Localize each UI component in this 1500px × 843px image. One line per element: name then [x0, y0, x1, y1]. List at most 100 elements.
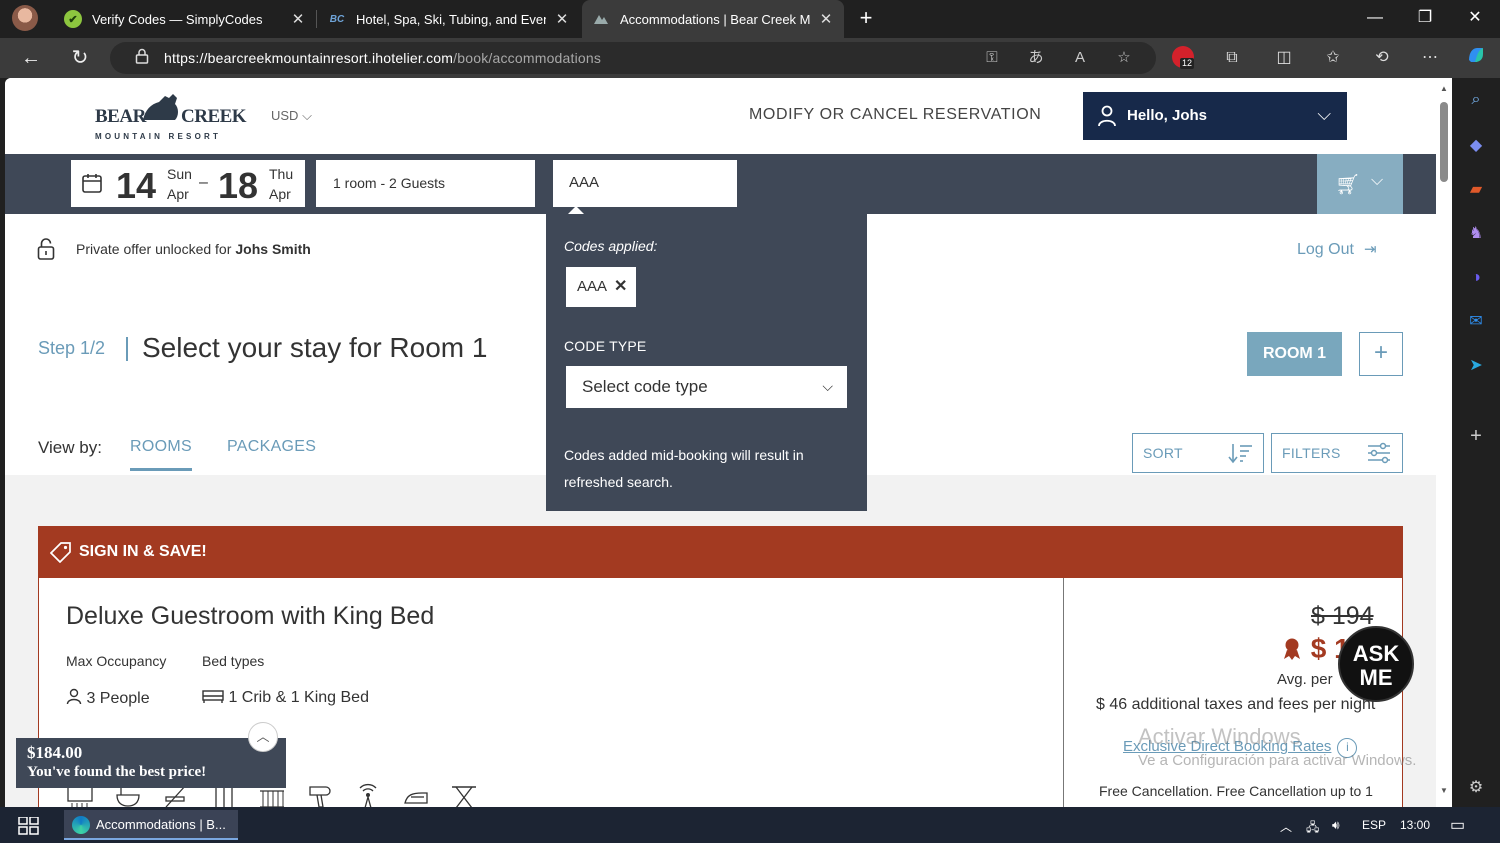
- ask-line-1: ASK: [1352, 641, 1400, 666]
- url-host: https://bearcreekmountainresort.ihotelie…: [164, 50, 454, 66]
- bed-icon: [202, 690, 224, 703]
- split-screen-icon[interactable]: ◫: [1270, 44, 1298, 72]
- room-1-button[interactable]: ROOM 1: [1247, 332, 1342, 376]
- new-tab-button[interactable]: +: [852, 4, 880, 32]
- reload-icon[interactable]: ↻: [66, 44, 94, 72]
- applied-code-chip: AAA ✕: [566, 267, 636, 307]
- favorites-icon[interactable]: ✩: [1319, 44, 1347, 72]
- notifications-icon[interactable]: ▭: [1450, 815, 1465, 835]
- send-icon[interactable]: ➤: [1464, 354, 1488, 378]
- extensions-icon[interactable]: ⧉: [1218, 44, 1246, 72]
- award-ribbon-icon: [1284, 638, 1300, 660]
- add-sidebar-icon[interactable]: +: [1464, 424, 1488, 448]
- person-icon: [66, 688, 82, 705]
- user-menu-button[interactable]: Hello, Johs ⌵: [1083, 92, 1347, 140]
- chevron-down-icon: ⌵: [1371, 172, 1384, 189]
- tag-icon: [50, 542, 71, 563]
- search-icon[interactable]: ⌕: [1464, 88, 1488, 112]
- outlook-icon[interactable]: ✉: [1464, 310, 1488, 334]
- scrollbar-thumb[interactable]: [1440, 102, 1448, 182]
- tab-packages[interactable]: PACKAGES: [227, 438, 316, 456]
- games-icon[interactable]: ♞: [1464, 222, 1488, 246]
- close-tab-icon[interactable]: ✕: [818, 10, 834, 28]
- lock-icon[interactable]: [132, 48, 152, 68]
- windows-activation-hint: Ve a Configuración para activar Windows.: [1138, 752, 1417, 769]
- settings-gear-icon[interactable]: ⚙: [1464, 776, 1488, 800]
- sort-button[interactable]: SORT: [1132, 433, 1264, 473]
- chevron-up-icon[interactable]: ︿: [248, 722, 278, 752]
- m365-icon[interactable]: ◑: [1464, 266, 1488, 290]
- key-icon[interactable]: ⚿: [980, 46, 1004, 70]
- free-cancellation-note: Free Cancellation. Free Cancellation up …: [1099, 783, 1373, 799]
- back-arrow-icon[interactable]: ←: [17, 44, 45, 72]
- edge-sidebar: ⌕ ◆ ▰ ♞ ◑ ✉ ➤ + ⚙: [1452, 78, 1500, 807]
- cart-icon: 🛒︎: [1335, 174, 1361, 196]
- toast-price: $184.00: [27, 743, 83, 762]
- date-dash: –: [199, 174, 208, 191]
- scroll-up-arrow-icon[interactable]: ▲: [1439, 84, 1449, 93]
- room-name[interactable]: Deluxe Guestroom with King Bed: [66, 602, 434, 631]
- tools-briefcase-icon[interactable]: ▰: [1464, 178, 1488, 202]
- offer-guest-name: Johs Smith: [235, 241, 311, 257]
- bear-creek-logo[interactable]: BEAR CREEK MOUNTAIN RESORT: [93, 88, 247, 144]
- url-text: https://bearcreekmountainresort.ihotelie…: [164, 50, 601, 66]
- tab-separator: [316, 10, 317, 28]
- codes-applied-label: Codes applied:: [564, 238, 658, 254]
- hairdryer-icon: [309, 786, 331, 807]
- bearcreek-icon: BC: [329, 13, 345, 25]
- bearcreek-icon: [592, 10, 610, 28]
- ask-me-chat-button[interactable]: ASK ME: [1338, 626, 1414, 702]
- tab-rooms[interactable]: ROOMS: [130, 438, 192, 471]
- restore-button[interactable]: ❐: [1400, 0, 1450, 36]
- best-price-toast: ︿ $184.00 You've found the best price!: [16, 722, 286, 788]
- occupancy-value: 3 People: [66, 688, 150, 708]
- tray-chevron-up-icon[interactable]: ︿: [1280, 818, 1292, 835]
- wifi-icon: [359, 783, 377, 807]
- filters-label: FILTERS: [1282, 445, 1341, 461]
- promo-code-field[interactable]: AAA: [553, 160, 737, 207]
- close-tab-icon[interactable]: ✕: [554, 10, 570, 28]
- volume-icon[interactable]: 🔊︎: [1332, 818, 1340, 833]
- extension-badge-icon[interactable]: 12: [1172, 46, 1195, 69]
- add-room-button[interactable]: +: [1359, 332, 1403, 376]
- taskbar-edge-app[interactable]: Accommodations | B...: [64, 810, 238, 840]
- network-icon[interactable]: 🖧︎: [1306, 818, 1319, 839]
- sign-in-save-banner[interactable]: SIGN IN & SAVE!: [38, 526, 1403, 578]
- logout-link[interactable]: Log Out ⇥: [1297, 240, 1377, 259]
- guests-selector[interactable]: 1 room - 2 Guests: [316, 160, 535, 207]
- minimize-button[interactable]: —: [1350, 0, 1400, 36]
- profile-avatar[interactable]: [12, 5, 38, 31]
- copilot-icon[interactable]: [1462, 44, 1490, 72]
- start-grid-icon[interactable]: [18, 817, 40, 835]
- windows-activation-watermark: Activar Windows: [1138, 724, 1301, 749]
- cart-button[interactable]: 🛒︎ ⌵: [1317, 154, 1403, 214]
- tab-title: Accommodations | Bear Creek M: [620, 11, 810, 27]
- shopping-tag-icon[interactable]: ◆: [1464, 134, 1488, 158]
- clock[interactable]: 13:00: [1400, 818, 1430, 832]
- currency-selector[interactable]: USD ⌵: [271, 108, 312, 124]
- close-tab-icon[interactable]: ✕: [290, 10, 306, 28]
- browser-tab-accommodations[interactable]: Accommodations | Bear Creek M ✕: [582, 0, 844, 38]
- mid-booking-note: Codes added mid-booking will result in r…: [564, 447, 804, 490]
- remove-code-icon[interactable]: ✕: [614, 276, 627, 296]
- favorite-star-icon[interactable]: ☆: [1112, 46, 1136, 70]
- read-aloud-icon[interactable]: A: [1068, 46, 1092, 70]
- date-range-picker[interactable]: 14 Sun Apr – 18 Thu Apr: [71, 160, 305, 207]
- code-type-select[interactable]: Select code type ⌵: [566, 366, 847, 408]
- browser-tab-bar: ✔ Verify Codes — SimplyCodes ✕ BC Hotel,…: [0, 0, 1500, 38]
- bear-logo-icon: [143, 94, 178, 120]
- browser-tab-simplycodes[interactable]: ✔ Verify Codes — SimplyCodes ✕: [54, 0, 316, 38]
- scroll-down-arrow-icon[interactable]: ▼: [1439, 786, 1449, 795]
- chevron-down-icon: ⌵: [1317, 104, 1331, 124]
- browser-tab-hotel[interactable]: BC Hotel, Spa, Ski, Tubing, and Even ✕: [318, 0, 580, 38]
- close-window-button[interactable]: ✕: [1450, 0, 1500, 36]
- filters-button[interactable]: FILTERS: [1271, 433, 1403, 473]
- language-indicator[interactable]: ESP: [1362, 818, 1386, 832]
- more-menu-icon[interactable]: ⋯: [1416, 44, 1444, 72]
- sort-label: SORT: [1143, 445, 1183, 461]
- modify-reservation-link[interactable]: MODIFY OR CANCEL RESERVATION: [749, 106, 1041, 124]
- page-title: Select your stay for Room 1: [142, 332, 488, 363]
- history-icon[interactable]: ⟲: [1368, 44, 1396, 72]
- page-scrollbar[interactable]: ▲ ▼: [1436, 78, 1452, 807]
- translate-icon[interactable]: あ: [1024, 46, 1048, 70]
